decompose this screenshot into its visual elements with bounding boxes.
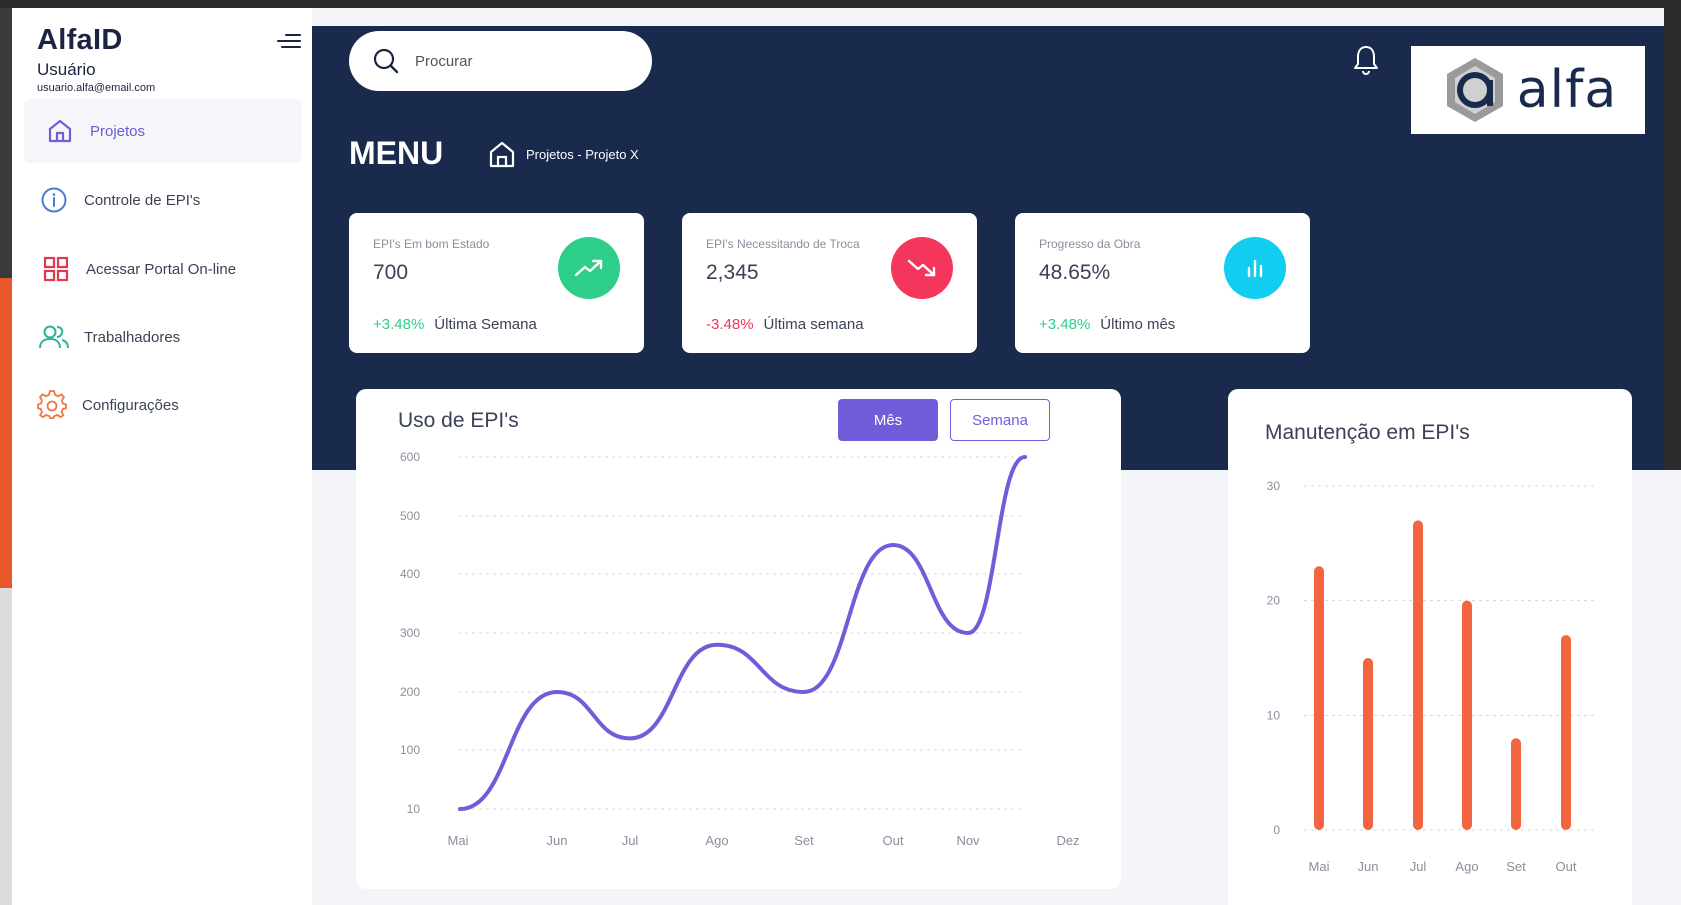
sidebar: AlfaID Usuário usuario.alfa@email.com Pr… — [12, 8, 312, 905]
stat-card-troca: EPI's Necessitando de Troca 2,345 -3.48%… — [682, 213, 977, 353]
sidebar-item-configuracoes[interactable]: Configurações — [24, 373, 302, 437]
sidebar-item-label: Projetos — [90, 122, 146, 140]
home-icon — [44, 115, 76, 147]
sidebar-item-label: Acessar Portal On-line — [86, 260, 237, 278]
stat-caption: EPI's Em bom Estado — [373, 237, 490, 251]
search-input[interactable] — [415, 52, 615, 70]
y-tick-label: 500 — [400, 509, 420, 523]
window-frame-top — [0, 0, 1681, 8]
window-frame-left — [0, 8, 12, 905]
breadcrumb-text: Projetos - Projeto X — [526, 146, 639, 162]
logo-mark-icon — [1446, 58, 1503, 122]
sidebar-item-label: Configurações — [82, 396, 179, 414]
y-tick-label: 200 — [400, 685, 420, 699]
y-tick-label: 300 — [400, 626, 420, 640]
brand-user: Usuário — [37, 60, 96, 79]
stat-period: Última semana — [763, 316, 864, 333]
sidebar-item-controle-epis[interactable]: Controle de EPI's — [24, 168, 302, 232]
stat-value: 700 — [373, 261, 409, 284]
bar — [1511, 738, 1521, 830]
y-tick-label: 600 — [400, 450, 420, 464]
y-tick-label: 400 — [400, 567, 420, 581]
right-gap — [1664, 8, 1681, 470]
search-bar[interactable] — [349, 31, 652, 91]
gear-icon — [36, 389, 68, 421]
y-tick-label: 10 — [1267, 708, 1281, 722]
x-tick-label: Jul — [1410, 859, 1427, 874]
stat-period: Último mês — [1100, 316, 1176, 333]
stat-footer: +3.48% Última Semana — [373, 316, 537, 333]
bell-icon[interactable] — [1351, 44, 1381, 76]
sidebar-item-label: Controle de EPI's — [84, 191, 201, 209]
x-tick-label: Set — [794, 833, 814, 848]
bar-chart-icon — [1224, 237, 1286, 299]
info-icon — [38, 184, 70, 216]
y-tick-label: 20 — [1267, 594, 1281, 608]
bar — [1413, 520, 1423, 830]
search-icon — [373, 48, 399, 74]
frame-accent — [0, 278, 12, 588]
stat-change: -3.48% — [706, 316, 754, 333]
stat-caption: EPI's Necessitando de Troca — [706, 237, 860, 251]
top-strip — [312, 8, 1664, 26]
stat-value: 48.65% — [1039, 261, 1111, 284]
x-tick-label: Nov — [956, 833, 980, 848]
menu-toggle-icon[interactable] — [275, 30, 301, 52]
x-tick-label: Jun — [1358, 859, 1379, 874]
users-icon — [38, 321, 70, 353]
x-tick-label: Mai — [448, 833, 469, 848]
y-tick-label: 100 — [400, 743, 420, 757]
stat-caption: Progresso da Obra — [1039, 237, 1141, 251]
breadcrumb[interactable]: Projetos - Projeto X — [488, 140, 639, 168]
logo-text: alfa — [1516, 60, 1618, 120]
stat-period: Última Semana — [434, 316, 537, 333]
y-tick-label: 30 — [1267, 479, 1281, 493]
x-tick-label: Jul — [622, 833, 639, 848]
bar-chart-card: Manutenção em EPI's 0 10 20 30 Mai Jun Jul Ago S… — [1228, 389, 1632, 905]
x-tick-label: Set — [1506, 859, 1526, 874]
stat-footer: +3.48% Último mês — [1039, 316, 1175, 333]
stat-card-bom-estado: EPI's Em bom Estado 700 +3.48% Última Sem… — [349, 213, 644, 353]
x-tick-label: Mai — [1309, 859, 1330, 874]
page-title: MENU — [349, 135, 444, 171]
brand-email: usuario.alfa@email.com — [37, 82, 156, 94]
bar — [1314, 566, 1324, 830]
y-tick-label: 10 — [407, 802, 421, 816]
bar — [1561, 635, 1571, 830]
company-logo: alfa — [1411, 46, 1645, 134]
line-chart: 10 100 200 300 400 500 600 Mai Jun Jul Ago Set Out No… — [400, 450, 1080, 848]
x-tick-label: Ago — [1455, 859, 1478, 874]
x-tick-label: Dez — [1056, 833, 1079, 848]
sidebar-item-projetos[interactable]: Projetos — [24, 99, 302, 163]
trend-up-icon — [558, 237, 620, 299]
sidebar-item-portal-online[interactable]: Acessar Portal On-line — [24, 237, 302, 301]
home-icon — [489, 141, 515, 168]
brand-title: AlfaID — [37, 24, 123, 56]
stat-change: +3.48% — [1039, 316, 1091, 333]
sidebar-item-label: Trabalhadores — [84, 328, 181, 346]
x-tick-label: Out — [1556, 859, 1577, 874]
x-tick-label: Jun — [547, 833, 568, 848]
bar-chart: 0 10 20 30 Mai Jun Jul Ago Set Out — [1267, 479, 1598, 874]
bar — [1462, 600, 1472, 830]
trend-down-icon — [891, 237, 953, 299]
bar — [1363, 658, 1373, 830]
grid-icon — [40, 253, 72, 285]
stat-change: +3.48% — [373, 316, 425, 333]
y-tick-label: 0 — [1273, 823, 1280, 837]
x-tick-label: Out — [883, 833, 904, 848]
sidebar-item-trabalhadores[interactable]: Trabalhadores — [24, 305, 302, 369]
line-chart-card: Uso de EPI's Mês Semana 10 100 200 300 400 50… — [356, 389, 1121, 889]
stat-footer: -3.48% Última semana — [706, 316, 864, 333]
frame-mid — [0, 588, 12, 905]
stat-card-progresso: Progresso da Obra 48.65% +3.48% Último mê… — [1015, 213, 1310, 353]
stat-value: 2,345 — [706, 261, 759, 284]
x-tick-label: Ago — [705, 833, 728, 848]
